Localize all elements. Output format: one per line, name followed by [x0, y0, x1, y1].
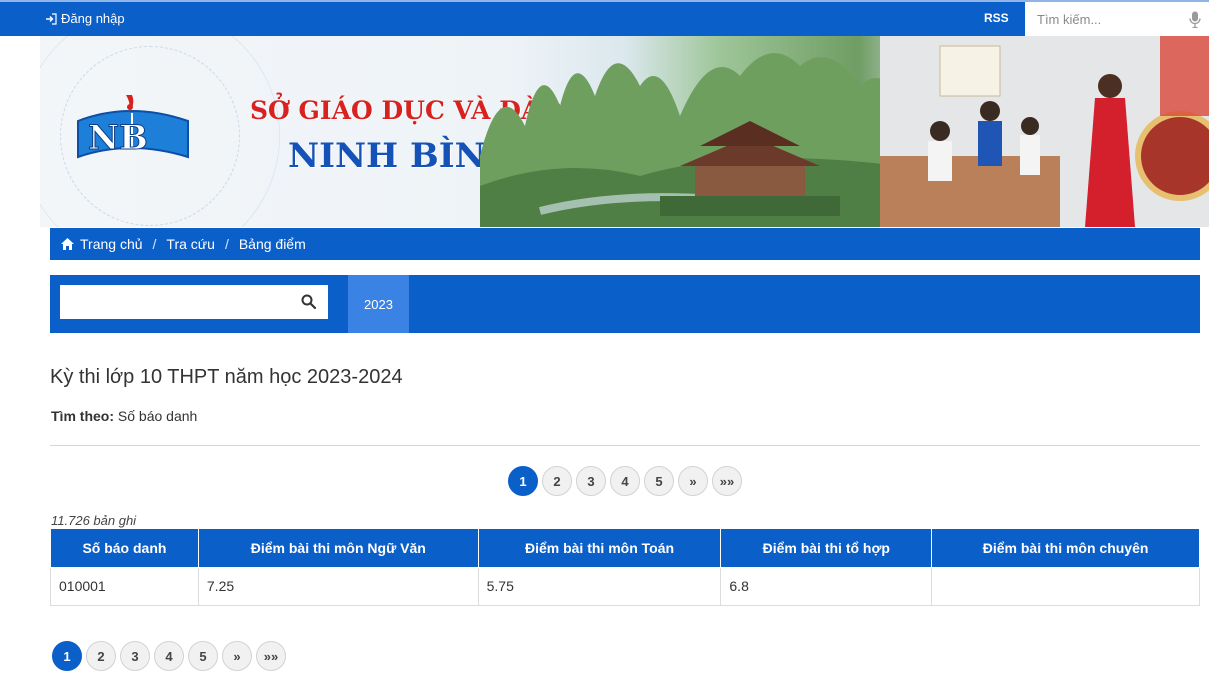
sign-in-icon — [46, 12, 57, 25]
breadcrumb-lookup[interactable]: Tra cứu — [166, 236, 215, 252]
table-row: 010001 7.25 5.75 6.8 — [50, 566, 1200, 606]
page-3-button[interactable]: 3 — [576, 466, 606, 496]
exam-title: Kỳ thi lớp 10 THPT năm học 2023-2024 — [50, 366, 403, 388]
find-by-label: Tìm theo: — [51, 408, 114, 424]
breadcrumb-separator: / — [152, 236, 157, 252]
page-2-button[interactable]: 2 — [542, 466, 572, 496]
cell-literature-score: 7.25 — [197, 566, 479, 606]
page-5-button[interactable]: 5 — [188, 641, 218, 671]
breadcrumb-home-label: Trang chủ — [80, 236, 143, 252]
last-page-button[interactable]: »» — [256, 641, 286, 671]
temple-image — [660, 121, 840, 216]
login-label: Đăng nhập — [61, 11, 125, 26]
tab-year-2023[interactable]: 2023 — [348, 275, 409, 333]
logo-lettering: NB — [88, 118, 148, 158]
next-page-button[interactable]: » — [678, 466, 708, 496]
top-search-box — [1025, 2, 1209, 36]
breadcrumb-scoreboard[interactable]: Bảng điểm — [239, 236, 306, 252]
header-specialized-score: Điểm bài thi môn chuyên — [931, 529, 1200, 568]
find-by: Tìm theo: Số báo danh — [51, 408, 197, 424]
top-search-input[interactable] — [1025, 2, 1175, 36]
breadcrumb-separator: / — [224, 236, 229, 252]
rss-link[interactable]: RSS — [984, 11, 1009, 25]
page-4-button[interactable]: 4 — [610, 466, 640, 496]
search-panel: 2023 — [50, 275, 1200, 333]
last-page-button[interactable]: »» — [712, 466, 742, 496]
cell-specialized-score — [931, 566, 1200, 606]
cell-combined-score: 6.8 — [720, 566, 933, 606]
page-5-button[interactable]: 5 — [644, 466, 674, 496]
breadcrumb: Trang chủ / Tra cứu / Bảng điểm — [50, 228, 1200, 260]
page-2-button[interactable]: 2 — [86, 641, 116, 671]
record-count: 11.726 bản ghi — [51, 513, 137, 528]
cell-math-score: 5.75 — [477, 566, 722, 606]
find-by-value: Số báo danh — [117, 408, 198, 424]
department-logo[interactable]: NB — [70, 91, 195, 171]
microphone-icon[interactable] — [1189, 11, 1201, 28]
top-bar: Đăng nhập RSS — [0, 0, 1209, 36]
pagination-top: 1 2 3 4 5 » »» — [508, 466, 742, 496]
score-table: Số báo danh Điểm bài thi môn Ngữ Văn Điể… — [50, 529, 1200, 606]
home-icon — [61, 238, 74, 250]
cell-candidate-number: 010001 — [50, 566, 199, 606]
header-combined-score: Điểm bài thi tổ hợp — [720, 529, 933, 568]
header-candidate-number: Số báo danh — [50, 529, 199, 568]
pagination-bottom: 1 2 3 4 5 » »» — [52, 641, 286, 671]
divider — [50, 445, 1200, 446]
table-header-row: Số báo danh Điểm bài thi môn Ngữ Văn Điể… — [50, 529, 1200, 568]
login-link[interactable]: Đăng nhập — [45, 11, 125, 26]
header-literature-score: Điểm bài thi môn Ngữ Văn — [197, 529, 479, 568]
header-banner: NB SỞ GIÁO DỤC VÀ ĐÀO TẠO NINH BÌNH — [40, 36, 1209, 227]
page-1-button[interactable]: 1 — [52, 641, 82, 671]
search-icon[interactable] — [301, 294, 316, 309]
page-3-button[interactable]: 3 — [120, 641, 150, 671]
ceremony-photo — [880, 36, 1209, 227]
score-search-box — [60, 285, 328, 319]
score-search-input[interactable] — [60, 285, 290, 319]
breadcrumb-home[interactable]: Trang chủ — [60, 236, 143, 252]
page-4-button[interactable]: 4 — [154, 641, 184, 671]
header-math-score: Điểm bài thi môn Toán — [477, 529, 722, 568]
page-1-button[interactable]: 1 — [508, 466, 538, 496]
next-page-button[interactable]: » — [222, 641, 252, 671]
